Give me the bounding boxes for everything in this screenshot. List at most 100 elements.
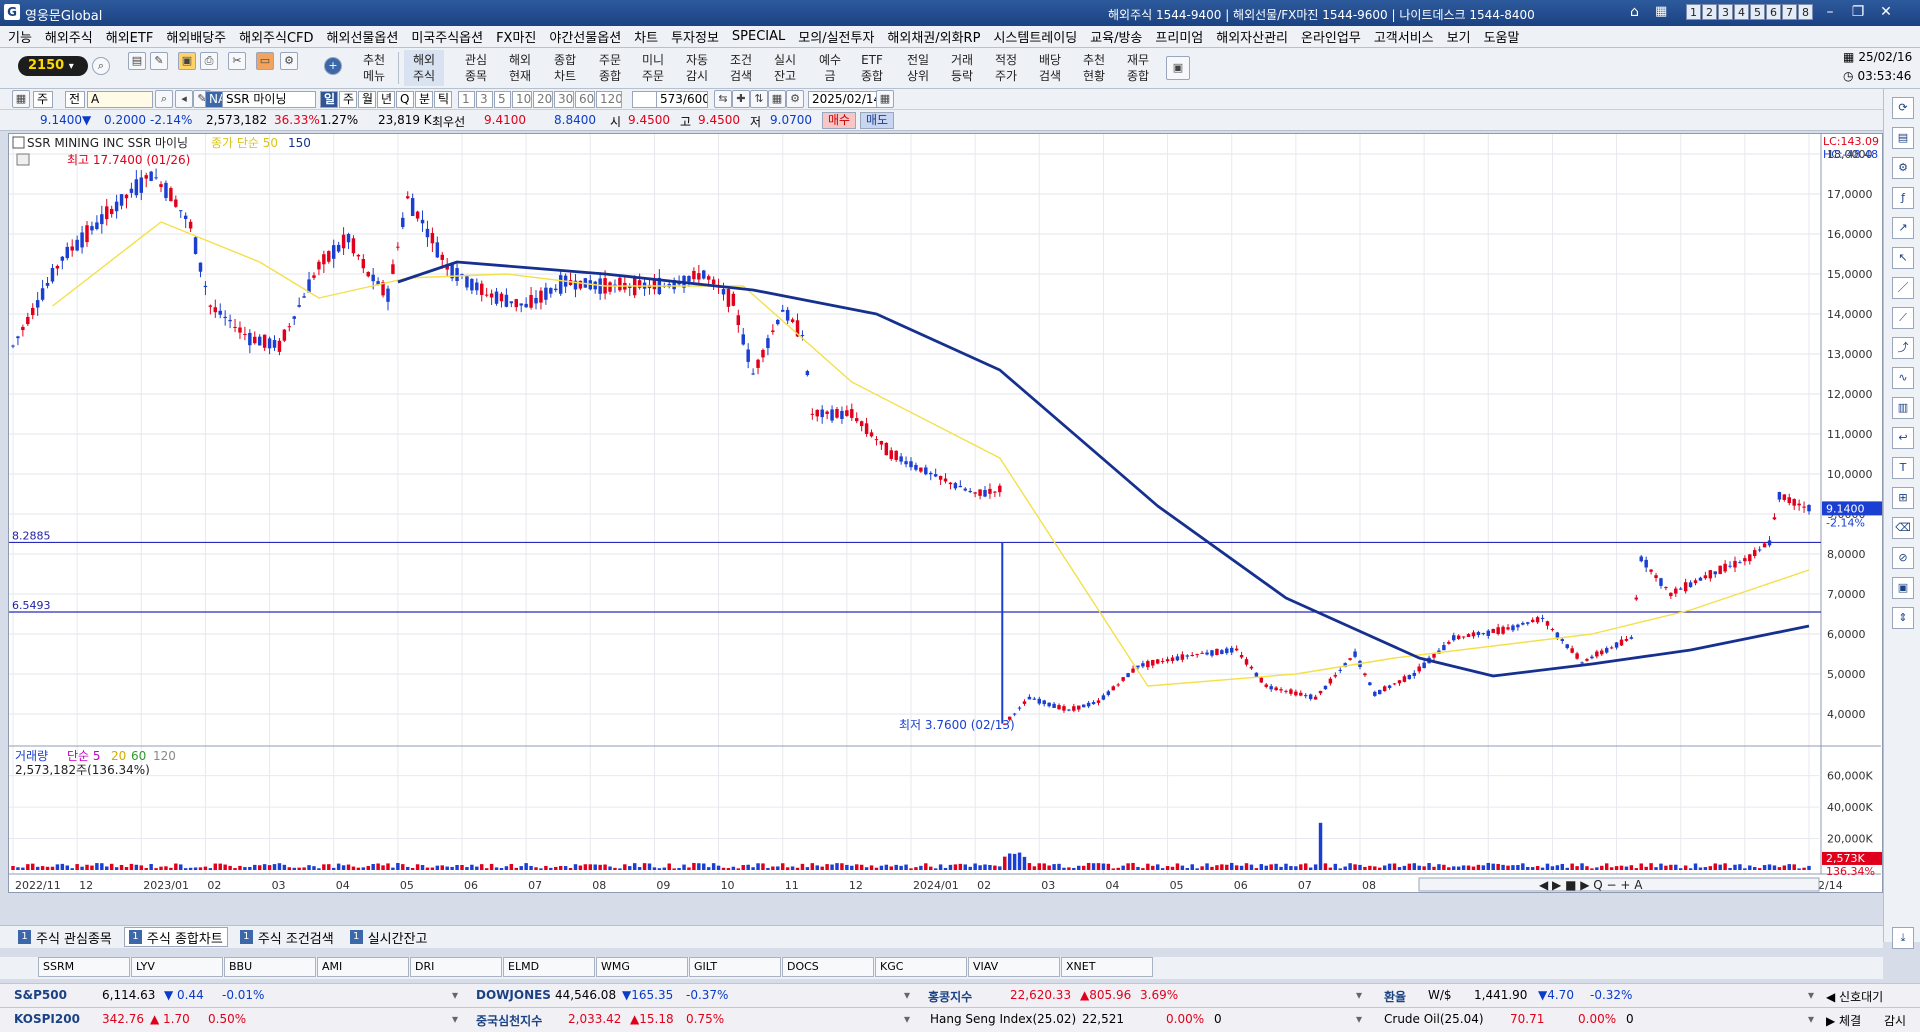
screen-switcher[interactable]: 1 2 3 4 5 6 7 8 (1686, 4, 1813, 20)
toolbar-button[interactable]: 전일 상위 (898, 50, 938, 86)
menu-item[interactable]: 해외ETF (106, 27, 154, 46)
data-count[interactable]: 573/600 (656, 91, 708, 108)
lock-icon[interactable]: ▣ (178, 52, 196, 70)
auto-line-icon[interactable]: ⤴ (1892, 337, 1914, 359)
gear-icon[interactable]: ⚙ (280, 52, 298, 70)
home-icon[interactable]: ⌂ (1630, 4, 1639, 20)
toolbar-button[interactable]: 추천 메뉴 (354, 50, 394, 86)
menu-item[interactable]: 시스템트레이딩 (993, 27, 1077, 46)
config-icon[interactable]: ⚙ (786, 90, 804, 108)
toolbar-button[interactable]: 조건 검색 (721, 50, 761, 86)
ticker-cell[interactable]: SSRM (38, 957, 130, 977)
toolbar-button[interactable]: 종합 차트 (545, 50, 585, 86)
menu-item[interactable]: 프리미엄 (1155, 27, 1203, 46)
dropdown-icon[interactable]: ▾ (452, 988, 458, 1002)
minute-10[interactable]: 10 (512, 91, 532, 108)
index-name[interactable]: DOWJONES (476, 988, 551, 1002)
period-tab-tick[interactable]: 틱 (434, 91, 452, 108)
minute-20[interactable]: 20 (533, 91, 553, 108)
buy-button[interactable]: 매수 (822, 112, 856, 129)
minute-3[interactable]: 3 (476, 91, 493, 108)
period-tab-year[interactable]: 년 (377, 91, 395, 108)
delete-all-icon[interactable]: ⊘ (1892, 547, 1914, 569)
code-input[interactable]: A (87, 91, 153, 108)
screen-8[interactable]: 8 (1798, 4, 1813, 20)
period-tab-month[interactable]: 월 (358, 91, 376, 108)
menu-item[interactable]: 해외선물옵션 (327, 27, 399, 46)
toolbar-button[interactable]: 적정 주가 (986, 50, 1026, 86)
menu-item[interactable]: 해외자산관리 (1216, 27, 1288, 46)
menu-item[interactable]: 미국주식옵션 (411, 27, 483, 46)
scissors-icon[interactable]: ✂ (228, 52, 246, 70)
settle-status[interactable]: ▶ 체결 (1826, 1012, 1861, 1029)
dropdown-icon[interactable]: ▾ (452, 1012, 458, 1026)
tab-realtime-balance[interactable]: 1 실시간잔고 (346, 927, 432, 947)
minimize-icon[interactable]: – (1820, 3, 1840, 21)
refresh-icon[interactable]: ⟳ (1892, 97, 1914, 119)
screen-4[interactable]: 4 (1734, 4, 1749, 20)
line-tool-icon[interactable]: ／ (1892, 277, 1914, 299)
undo-icon[interactable]: ↩ (1892, 427, 1914, 449)
ticker-cell[interactable]: AMI (317, 957, 409, 977)
toolbar-button[interactable]: 자동 감시 (677, 50, 717, 86)
menu-item[interactable]: 고객서비스 (1374, 27, 1434, 46)
monitor-icon[interactable]: ▭ (256, 52, 274, 70)
grid-view-icon[interactable]: ▦ (768, 90, 786, 108)
toolbar-button[interactable]: 해외 주식 (404, 50, 444, 86)
dropdown-icon[interactable]: ▾ (904, 988, 910, 1002)
menu-item[interactable]: FX마진 (496, 27, 536, 46)
minute-1[interactable]: 1 (458, 91, 475, 108)
speaker-icon[interactable]: ◂ (175, 90, 193, 108)
minute-5[interactable]: 5 (494, 91, 511, 108)
ray-tool-icon[interactable]: ⟋ (1892, 307, 1914, 329)
screen-3[interactable]: 3 (1718, 4, 1733, 20)
index-name[interactable]: KOSPI200 (14, 1012, 80, 1026)
toolbar-button[interactable]: 미니 주문 (633, 50, 673, 86)
dropdown-icon[interactable]: ▾ (1808, 988, 1814, 1002)
screen-6[interactable]: 6 (1766, 4, 1781, 20)
ticker-cell[interactable]: KGC (875, 957, 967, 977)
toolbar-button[interactable]: 재무 종합 (1118, 50, 1158, 86)
restore-icon[interactable]: ❐ (1848, 3, 1868, 21)
candle-icon[interactable]: ▥ (1892, 397, 1914, 419)
sell-button[interactable]: 매도 (860, 112, 894, 129)
trend-icon[interactable]: ↗ (1892, 217, 1914, 239)
cursor-icon[interactable]: ↖ (1892, 247, 1914, 269)
toolbar-button[interactable]: 주문 종합 (590, 50, 630, 86)
ticker-cell[interactable]: ELMD (503, 957, 595, 977)
screen-settings-icon[interactable]: ▣ (1166, 56, 1190, 80)
toolbar-button[interactable]: ETF 종합 (852, 50, 892, 86)
price-volume-chart[interactable]: 18,000017,000016,000015,000014,000013,00… (9, 134, 1882, 892)
menu-item[interactable]: 보기 (1447, 27, 1471, 46)
tab-chart[interactable]: 1 주식 종합차트 (123, 927, 228, 947)
toolbar-button[interactable]: 예수 금 (810, 50, 850, 86)
screen-1[interactable]: 1 (1686, 4, 1701, 20)
index-name[interactable]: S&P500 (14, 988, 67, 1002)
chart-tool-icon[interactable]: ⇆ (714, 90, 732, 108)
toolbar-button[interactable]: 거래 등락 (942, 50, 982, 86)
index-name[interactable]: 중국심천지수 (476, 1012, 542, 1029)
menu-item[interactable]: 교육/방송 (1090, 27, 1142, 46)
tab-watchlist[interactable]: 1 주식 관심종목 (14, 927, 116, 947)
toolbar-button[interactable]: 관심 종목 (456, 50, 496, 86)
text-tool-icon[interactable]: T (1892, 457, 1914, 479)
period-tab-day[interactable]: 일 (320, 91, 338, 108)
ticker-cell[interactable]: BBU (224, 957, 316, 977)
period-tab-quarter[interactable]: Q (396, 91, 414, 108)
save-icon[interactable]: ▣ (1892, 577, 1914, 599)
screen-5[interactable]: 5 (1750, 4, 1765, 20)
screen-7[interactable]: 7 (1782, 4, 1797, 20)
folder-icon[interactable]: ▤ (128, 52, 146, 70)
alert-label[interactable]: 감시 (1884, 1012, 1906, 1029)
wave-icon[interactable]: ∿ (1892, 367, 1914, 389)
index-name[interactable]: Crude Oil(25.04) (1384, 1012, 1484, 1026)
menu-item[interactable]: 해외채권/외화RP (887, 27, 980, 46)
minute-120[interactable]: 120 (596, 91, 622, 108)
minute-60[interactable]: 60 (575, 91, 595, 108)
menu-item[interactable]: 해외주식 (45, 27, 93, 46)
period-tab-week[interactable]: 주 (339, 91, 357, 108)
compare-icon[interactable]: ⇅ (750, 90, 768, 108)
dropdown-icon[interactable]: ▾ (904, 1012, 910, 1026)
ticker-cell[interactable]: GILT (689, 957, 781, 977)
close-icon[interactable]: ✕ (1876, 3, 1896, 21)
